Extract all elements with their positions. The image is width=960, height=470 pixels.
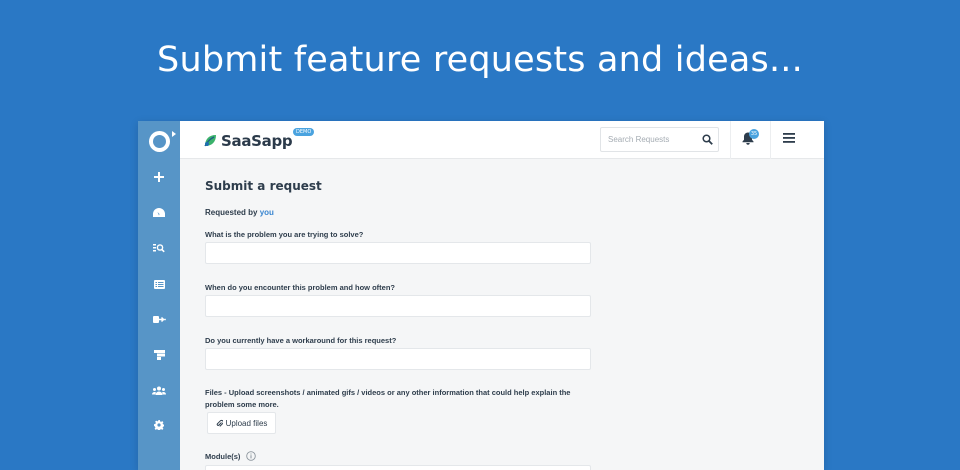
- upload-files-label: Upload files: [225, 418, 268, 428]
- roadmap-icon: [153, 350, 165, 360]
- workaround-field[interactable]: [205, 348, 591, 370]
- frequency-label: When do you encounter this problem and h…: [205, 283, 395, 292]
- upload-files-button[interactable]: Upload files: [207, 412, 276, 434]
- notification-count-badge: 35: [749, 129, 759, 139]
- topbar-divider: [770, 121, 771, 159]
- requested-by-user-link[interactable]: you: [260, 208, 274, 217]
- requested-by-label: Requested by: [205, 208, 258, 217]
- paperclip-icon: [216, 419, 223, 427]
- leaf-logo-icon: [204, 135, 216, 147]
- sidebar-item-roadmap[interactable]: [138, 342, 180, 368]
- export-icon: [152, 315, 166, 323]
- info-icon[interactable]: [245, 451, 256, 461]
- sidebar-item-new[interactable]: [138, 164, 180, 190]
- search-list-icon: [153, 244, 165, 253]
- modules-label-row: Module(s): [205, 451, 595, 463]
- sidebar: [138, 121, 180, 470]
- users-icon: [152, 386, 166, 395]
- problem-label: What is the problem you are trying to so…: [205, 230, 364, 239]
- sidebar-item-search[interactable]: [138, 235, 180, 261]
- avatar-caret-icon[interactable]: [172, 131, 176, 137]
- demo-badge: DEMO: [293, 128, 315, 136]
- sidebar-item-settings[interactable]: [138, 412, 180, 438]
- app-window: SaaSapp DEMO 35 Submit a request Request…: [138, 121, 824, 470]
- brand-logo[interactable]: SaaSapp DEMO: [204, 128, 315, 152]
- plus-icon: [154, 172, 164, 182]
- modules-select[interactable]: [205, 465, 591, 470]
- search-box: [600, 127, 719, 152]
- problem-field[interactable]: [205, 242, 591, 264]
- sidebar-item-dashboard[interactable]: [138, 200, 180, 226]
- workaround-label: Do you currently have a workaround for t…: [205, 336, 397, 345]
- list-icon: [153, 279, 165, 289]
- search-icon[interactable]: [702, 134, 713, 145]
- page-headline: Submit feature requests and ideas...: [157, 40, 803, 80]
- modules-label: Module(s): [205, 452, 241, 461]
- requested-by: Requested by you: [205, 208, 274, 217]
- topbar-divider: [730, 121, 731, 159]
- sidebar-item-users[interactable]: [138, 377, 180, 403]
- sidebar-item-list[interactable]: [138, 271, 180, 297]
- files-label: Files - Upload screenshots / animated gi…: [205, 388, 571, 409]
- gear-icon: [154, 420, 164, 430]
- brand-name: SaaSapp: [221, 132, 293, 150]
- request-form: Submit a request Requested by you What i…: [205, 179, 595, 470]
- hamburger-menu-icon[interactable]: [783, 133, 795, 143]
- form-title: Submit a request: [205, 179, 322, 193]
- user-avatar[interactable]: [149, 131, 170, 152]
- top-bar: SaaSapp DEMO 35: [180, 121, 824, 159]
- sidebar-item-export[interactable]: [138, 306, 180, 332]
- search-input[interactable]: [602, 129, 694, 150]
- frequency-field[interactable]: [205, 295, 591, 317]
- dashboard-icon: [153, 208, 165, 217]
